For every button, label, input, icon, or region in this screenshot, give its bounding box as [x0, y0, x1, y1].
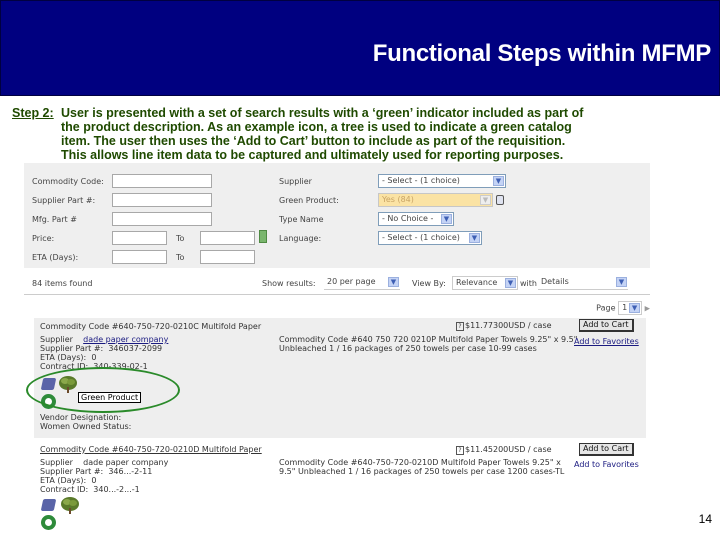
add-to-favorites-link[interactable]: Add to Favorites [574, 460, 639, 469]
eta-value: 0 [91, 353, 97, 362]
page-select[interactable]: 1 ▼ [618, 301, 643, 315]
supplier-field-label: Supplier [40, 335, 73, 344]
chevron-down-icon: ▼ [493, 176, 504, 186]
chevron-down-icon: ▼ [629, 303, 641, 313]
commodity-code-label: Commodity Code: [32, 177, 104, 186]
supplier-part-input[interactable] [112, 193, 212, 207]
eta-value: 0 [91, 476, 97, 485]
supplier-link[interactable]: dade paper company [83, 335, 168, 344]
recycle-icon[interactable] [41, 515, 56, 530]
language-select[interactable]: - Select - (1 choice) ▼ [378, 231, 482, 245]
language-select-value: - Select - (1 choice) [382, 233, 460, 242]
result-title: Commodity Code #640-750-720-0210C Multif… [40, 322, 262, 331]
chevron-down-icon: ▼ [505, 278, 516, 288]
next-page-icon[interactable]: ▶ [645, 305, 650, 313]
eta-to-input[interactable] [200, 250, 255, 264]
help-icon[interactable]: ? [456, 446, 464, 455]
green-product-select-value: Yes (84) [382, 195, 414, 204]
vendor-designation-label: Vendor Designation: [40, 413, 122, 422]
result-title[interactable]: Commodity Code #640-750-720-0210D Multif… [40, 445, 262, 454]
view-by-value: Relevance [456, 278, 498, 287]
green-product-label: Green Product: [279, 196, 339, 205]
with-label: with [520, 279, 537, 288]
step-line: the product description. As an example i… [61, 120, 572, 134]
price-value: $11.45200USD / case [465, 445, 552, 454]
search-panel: Commodity Code: Supplier Part #: Mfg. Pa… [24, 163, 650, 268]
page-label: Page [596, 303, 616, 313]
green-product-select[interactable]: Yes (84) ▼ [378, 193, 493, 207]
result-description: Commodity Code #640 750 720 0210P Multif… [279, 335, 578, 353]
chevron-down-icon: ▼ [469, 233, 480, 243]
eta-to-label: To [176, 253, 185, 262]
document-icon[interactable] [40, 499, 57, 511]
women-owned-label: Women Owned Status: [40, 422, 132, 431]
step-label: Step 2: [12, 106, 54, 120]
page-value: 1 [622, 303, 628, 312]
details-select[interactable]: Details ▼ [538, 276, 628, 290]
title-banner: Functional Steps within MFMP [0, 0, 720, 96]
items-found: 84 items found [32, 279, 93, 288]
chevron-down-icon: ▼ [480, 195, 491, 205]
price-label: Price: [32, 234, 55, 243]
supplier-value[interactable]: dade paper company [83, 458, 168, 467]
add-to-cart-button[interactable]: Add to Cart [579, 319, 634, 332]
slide-title: Functional Steps within MFMP [372, 40, 712, 67]
chevron-down-icon: ▼ [441, 214, 452, 224]
price-to-label: To [176, 234, 185, 243]
price-from-input[interactable] [112, 231, 167, 245]
supplier-select[interactable]: - Select - (1 choice) ▼ [378, 174, 506, 188]
supplier-part-value: 346...-2-11 [108, 467, 153, 476]
step-line: item. The user then uses the ‘Add to Car… [61, 134, 566, 148]
contract-field-label: Contract ID: [40, 485, 89, 494]
result-description: Commodity Code #640-750-720-0210D Multif… [279, 458, 565, 476]
price-spinner-icon[interactable] [259, 230, 267, 243]
price-to-input[interactable] [200, 231, 255, 245]
chevron-down-icon: ▼ [616, 277, 627, 287]
add-to-favorites-link[interactable]: Add to Favorites [574, 337, 639, 346]
details-value: Details [541, 277, 569, 286]
result-price: ? $11.77300USD / case [456, 321, 552, 331]
show-results-value: 20 per page [327, 277, 376, 286]
help-icon[interactable]: ? [456, 322, 464, 331]
eta-from-input[interactable] [112, 250, 167, 264]
supplier-part-value: 346037-2099 [108, 344, 163, 353]
results-toolbar: 84 items found Show results: 20 per page… [24, 271, 650, 295]
step-line: This allows line item data to be capture… [61, 148, 564, 162]
show-results-label: Show results: [262, 279, 316, 288]
step-description: Step 2: User is presented with a set of … [12, 106, 712, 162]
supplier-label: Supplier [279, 177, 312, 186]
supplier-part-label: Supplier Part #: [32, 196, 96, 205]
step-line: User is presented with a set of search r… [61, 106, 584, 120]
supplier-part-field-label: Supplier Part #: [40, 467, 104, 476]
pagination: Page 1 ▼ ▶ [596, 301, 650, 315]
add-to-cart-button[interactable]: Add to Cart [579, 443, 634, 456]
chevron-down-icon: ▼ [388, 277, 399, 287]
highlight-oval [26, 367, 180, 413]
search-result: Commodity Code #640-750-720-0210D Multif… [34, 443, 646, 530]
type-name-label: Type Name [279, 215, 324, 224]
lock-icon[interactable] [496, 195, 504, 205]
mfg-part-label: Mfg. Part # [32, 215, 77, 224]
type-name-select-value: - No Choice - [382, 214, 434, 223]
green-tree-icon[interactable] [60, 496, 80, 514]
price-value: $11.77300USD / case [465, 321, 552, 330]
contract-value: 340...-2...-1 [93, 485, 140, 494]
slide-page-number: 14 [698, 512, 712, 526]
eta-field-label: ETA (Days): [40, 476, 87, 485]
supplier-field-label: Supplier [40, 458, 73, 467]
show-results-select[interactable]: 20 per page ▼ [324, 276, 400, 290]
view-by-label: View By: [412, 279, 446, 288]
eta-label: ETA (Days): [32, 253, 79, 262]
commodity-code-input[interactable] [112, 174, 212, 188]
result-price: ? $11.45200USD / case [456, 445, 552, 455]
view-by-select[interactable]: Relevance ▼ [452, 276, 518, 290]
supplier-part-field-label: Supplier Part #: [40, 344, 104, 353]
type-name-select[interactable]: - No Choice - ▼ [378, 212, 454, 226]
eta-field-label: ETA (Days): [40, 353, 87, 362]
mfg-part-input[interactable] [112, 212, 212, 226]
language-label: Language: [279, 234, 322, 243]
supplier-select-value: - Select - (1 choice) [382, 176, 460, 185]
catalog-screenshot: Commodity Code: Supplier Part #: Mfg. Pa… [24, 163, 656, 530]
